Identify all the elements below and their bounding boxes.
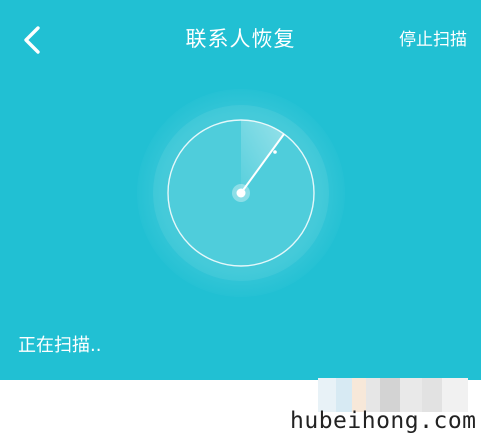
radar-scanner [136,88,346,298]
watermark: hubeihong.com [290,408,477,434]
radar-icon [137,89,345,297]
scan-screen: 联系人恢复 停止扫描 正在扫描.. [0,0,481,380]
stop-scan-button[interactable]: 停止扫描 [399,27,467,53]
radar-blip [273,150,277,154]
radar-center-dot [236,188,246,198]
scan-status-text: 正在扫描.. [18,335,102,356]
